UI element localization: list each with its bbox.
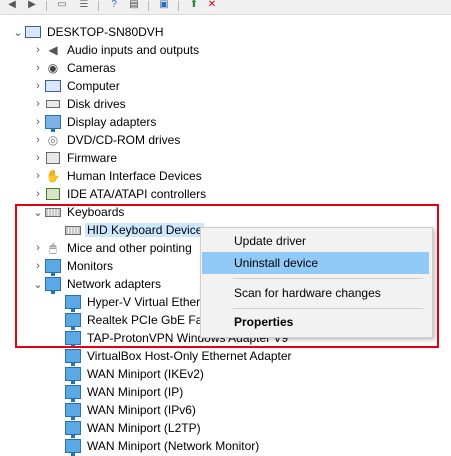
chevron-right-icon[interactable]: › (32, 77, 44, 95)
device-network-adapter[interactable]: WAN Miniport (IKEv2) (64, 365, 206, 384)
root-label: DESKTOP-SN80DVH (47, 25, 164, 39)
category-audio[interactable]: › ◀ Audio inputs and outputs (32, 41, 201, 59)
chevron-right-icon[interactable]: › (32, 167, 44, 185)
toolbar: ◀ ▶ ▭ ☰ ? ▤ ▣ ⬆ ✕ (0, 0, 451, 15)
device-label: WAN Miniport (Network Monitor) (87, 439, 260, 453)
category-label: Disk drives (67, 97, 126, 111)
category-label: Human Interface Devices (67, 169, 202, 183)
category-disk[interactable]: › Disk drives (32, 95, 128, 113)
hid-icon: ✋ (45, 169, 61, 183)
dvd-icon: ◎ (47, 133, 59, 147)
device-network-adapter[interactable]: WAN Miniport (IP) (64, 383, 185, 402)
toolbar-separator (148, 1, 149, 11)
uninstall-x-icon[interactable]: ✕ (204, 0, 220, 10)
back-arrow-icon[interactable]: ◀ (4, 0, 20, 10)
forward-arrow-icon[interactable]: ▶ (24, 0, 40, 10)
chevron-right-icon[interactable]: › (32, 113, 44, 131)
menu-update-driver[interactable]: Update driver (202, 230, 429, 252)
device-network-adapter[interactable]: VirtualBox Host-Only Ethernet Adapter (64, 347, 294, 366)
menu-scan-hardware[interactable]: Scan for hardware changes (202, 282, 429, 304)
network-adapter-icon (64, 437, 82, 456)
network-adapter-icon (64, 365, 82, 384)
category-display[interactable]: › Display adapters (32, 113, 158, 132)
category-label: Computer (67, 79, 120, 93)
tree-root[interactable]: ⌄ DESKTOP-SN80DVH (12, 23, 165, 41)
category-label: Audio inputs and outputs (67, 43, 200, 57)
computer-icon (44, 77, 62, 95)
category-cameras[interactable]: › ◉ Cameras (32, 59, 118, 77)
list-icon[interactable]: ☰ (76, 0, 92, 10)
category-label: IDE ATA/ATAPI controllers (67, 187, 207, 201)
category-dvd[interactable]: › ◎ DVD/CD-ROM drives (32, 131, 182, 149)
network-adapter-icon (64, 401, 82, 420)
device-network-adapter[interactable]: WAN Miniport (IPv6) (64, 401, 198, 420)
category-label: Display adapters (67, 115, 157, 129)
category-label: Cameras (67, 61, 116, 75)
chevron-down-icon[interactable]: ⌄ (12, 23, 24, 41)
firmware-icon (44, 149, 62, 167)
device-label: WAN Miniport (L2TP) (87, 421, 201, 435)
camera-icon: ◉ (47, 61, 59, 75)
network-adapter-icon (64, 383, 82, 402)
context-menu: Update driver Uninstall device Scan for … (200, 227, 433, 338)
menu-properties[interactable]: Properties (202, 311, 429, 333)
device-label: WAN Miniport (IKEv2) (87, 367, 204, 381)
toolbar-separator (178, 1, 179, 11)
category-hid[interactable]: › ✋ Human Interface Devices (32, 167, 204, 185)
category-computer[interactable]: › Computer (32, 77, 122, 95)
properties-icon[interactable]: ▤ (126, 0, 142, 10)
computer-icon (24, 23, 42, 41)
ide-icon (44, 185, 62, 203)
update-driver-icon[interactable]: ⬆ (186, 0, 202, 10)
network-adapter-icon (64, 347, 82, 366)
chevron-right-icon[interactable]: › (32, 59, 44, 77)
device-network-adapter[interactable]: WAN Miniport (L2TP) (64, 419, 203, 438)
category-ide[interactable]: › IDE ATA/ATAPI controllers (32, 185, 208, 203)
device-label: VirtualBox Host-Only Ethernet Adapter (87, 349, 292, 363)
toolbar-separator (46, 1, 47, 11)
chevron-right-icon[interactable]: › (32, 131, 44, 149)
menu-uninstall-device[interactable]: Uninstall device (202, 252, 429, 274)
monitor-icon[interactable]: ▣ (156, 0, 172, 10)
network-adapter-icon (64, 419, 82, 438)
device-network-adapter[interactable]: WAN Miniport (Network Monitor) (64, 437, 261, 456)
device-label: WAN Miniport (IP) (87, 385, 184, 399)
chevron-right-icon[interactable]: › (32, 95, 44, 113)
window-icon[interactable]: ▭ (54, 0, 70, 10)
disk-icon (44, 95, 62, 113)
category-firmware[interactable]: › Firmware (32, 149, 119, 167)
speaker-icon: ◀ (48, 43, 58, 57)
menu-separator (233, 278, 423, 279)
category-label: DVD/CD-ROM drives (67, 133, 181, 147)
category-label: Firmware (67, 151, 117, 165)
device-label: WAN Miniport (IPv6) (87, 403, 196, 417)
help-icon[interactable]: ? (106, 0, 122, 10)
chevron-right-icon[interactable]: › (32, 41, 44, 59)
toolbar-separator (98, 1, 99, 11)
menu-separator (233, 308, 423, 309)
chevron-right-icon[interactable]: › (32, 149, 44, 167)
chevron-right-icon[interactable]: › (32, 185, 44, 203)
display-icon (44, 113, 62, 132)
